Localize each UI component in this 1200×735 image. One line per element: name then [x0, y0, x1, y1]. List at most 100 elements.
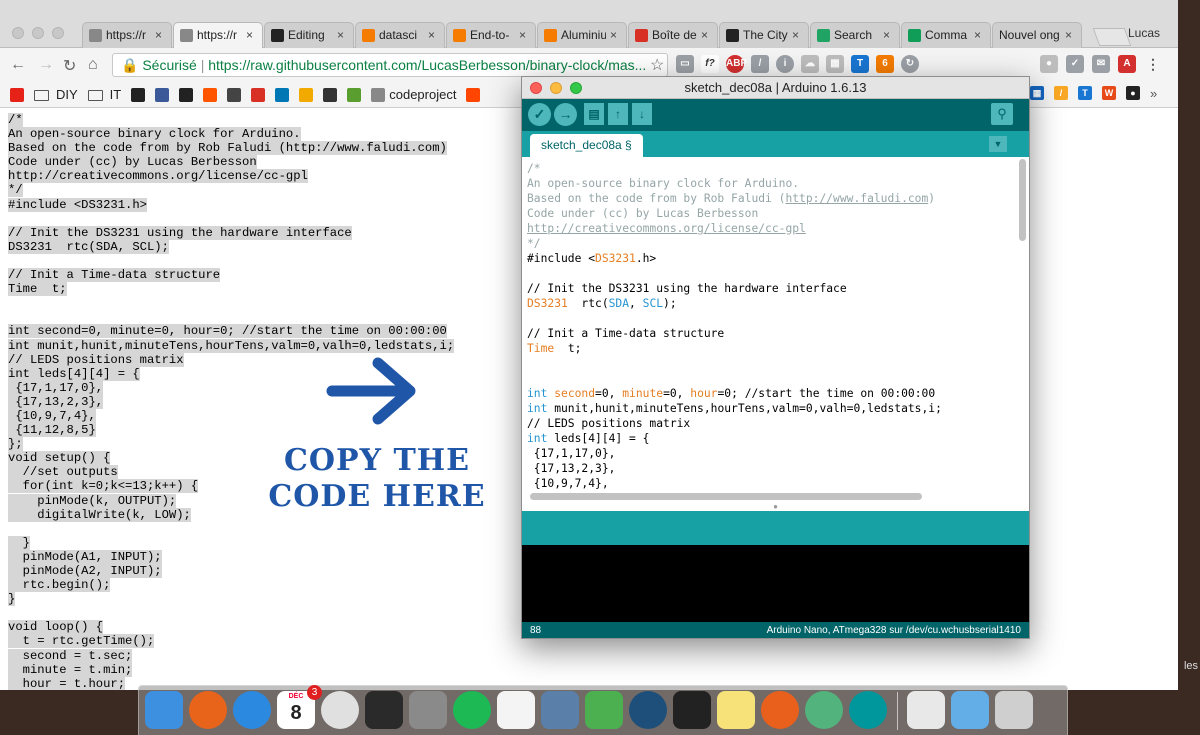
tab-menu-chevron-down-icon[interactable]: ▼ [989, 136, 1007, 152]
bookmark-right-4-icon[interactable]: W [1102, 86, 1116, 100]
pocket-icon[interactable]: ✓ [1066, 55, 1084, 73]
new-tab-button[interactable] [1092, 28, 1132, 46]
png-file-icon[interactable] [907, 691, 945, 729]
menu-icon[interactable]: ⋮ [1144, 55, 1162, 73]
system-preferences-icon[interactable] [409, 691, 447, 729]
tab-4[interactable]: datasci × [355, 22, 445, 48]
bookmark-10[interactable] [275, 87, 290, 103]
back-icon[interactable]: ← [10, 56, 26, 74]
save-down-arrow-icon[interactable]: ↓ [632, 103, 652, 125]
pdf-icon[interactable]: A [1118, 55, 1136, 73]
editor-horizontal-scrollbar[interactable] [530, 493, 922, 500]
close-window-button[interactable] [530, 82, 542, 94]
tab-3[interactable]: Editing × [264, 22, 354, 48]
forward-icon[interactable]: → [38, 56, 54, 74]
info-icon[interactable]: i [776, 55, 794, 73]
reload-icon[interactable]: ↻ [63, 56, 76, 76]
trello-icon[interactable]: T [851, 55, 869, 73]
editor-vertical-scrollbar[interactable] [1019, 159, 1026, 241]
terminal-icon[interactable] [365, 691, 403, 729]
pane-splitter-handle[interactable]: ● [522, 503, 1029, 511]
close-icon[interactable]: × [610, 28, 620, 42]
cloud-icon[interactable]: ☁ [801, 55, 819, 73]
bookmark-1[interactable] [10, 87, 24, 103]
preview-icon[interactable] [541, 691, 579, 729]
zoom-window-button[interactable] [570, 82, 582, 94]
close-icon[interactable]: × [701, 28, 711, 42]
close-icon[interactable]: × [792, 28, 802, 42]
adblock-icon[interactable]: ABP [726, 55, 747, 73]
close-icon[interactable]: × [519, 28, 529, 42]
xcode-cross-icon[interactable] [585, 691, 623, 729]
close-icon[interactable]: × [337, 28, 347, 42]
close-icon[interactable]: × [246, 28, 256, 42]
firefox-icon[interactable] [189, 691, 227, 729]
close-icon[interactable]: × [155, 28, 165, 42]
tab-8[interactable]: The City × [719, 22, 809, 48]
bookmark-13[interactable] [347, 87, 362, 103]
bookmark-9[interactable] [251, 87, 266, 103]
bookmark-4[interactable] [131, 87, 146, 103]
cast-icon[interactable]: ▭ [676, 55, 694, 73]
minimize-window-button[interactable] [550, 82, 562, 94]
spotify-icon[interactable] [453, 691, 491, 729]
eyedropper-icon[interactable]: / [751, 55, 769, 73]
sourcetree-icon[interactable] [629, 691, 667, 729]
close-icon[interactable]: × [883, 28, 893, 42]
tab-1[interactable]: https://r × [82, 22, 172, 48]
gallery-icon[interactable]: ▦ [826, 55, 844, 73]
formula-icon[interactable]: f? [701, 55, 719, 73]
safari-icon[interactable] [233, 691, 271, 729]
tab-11[interactable]: Nouvel ong × [992, 22, 1082, 48]
tab-2[interactable]: https://r × [173, 22, 263, 48]
sketch-pen-icon[interactable] [761, 691, 799, 729]
more-bookmarks-icon[interactable]: » [1150, 86, 1157, 101]
verify-check-icon[interactable]: ✓ [528, 103, 551, 126]
bookmark-star-icon[interactable]: ☆ [650, 55, 664, 75]
close-icon[interactable]: × [974, 28, 984, 42]
arduino-icon[interactable] [849, 691, 887, 729]
minimize-window-button[interactable] [32, 27, 44, 39]
tab-7[interactable]: Boîte de × [628, 22, 718, 48]
bookmark-2[interactable]: DIY [34, 87, 78, 102]
tab-10[interactable]: Comma × [901, 22, 991, 48]
zoom-window-button[interactable] [52, 27, 64, 39]
slack-icon[interactable] [497, 691, 535, 729]
close-icon[interactable]: × [428, 28, 438, 42]
tab-5[interactable]: End-to- × [446, 22, 536, 48]
home-icon[interactable]: ⌂ [88, 56, 98, 74]
sketch-tab[interactable]: sketch_dec08a § [530, 134, 643, 157]
fire-extension-icon[interactable]: 6 [876, 55, 894, 73]
trash-icon[interactable] [995, 691, 1033, 729]
bookmark-15[interactable] [466, 87, 481, 103]
notes-icon[interactable] [717, 691, 755, 729]
bookmark-right-3-icon[interactable]: T [1078, 86, 1092, 100]
new-file-icon[interactable]: ▤ [584, 103, 604, 125]
bookmark-3[interactable]: IT [87, 87, 121, 102]
sync-icon[interactable]: ↻ [901, 55, 919, 73]
bookmark-7[interactable] [203, 87, 218, 103]
atom-icon[interactable] [805, 691, 843, 729]
bookmark-11[interactable] [299, 87, 314, 103]
bookmark-8[interactable] [227, 87, 242, 103]
bookmark-6[interactable] [179, 87, 194, 103]
profile-name[interactable]: Lucas [1128, 26, 1160, 40]
tab-6[interactable]: Aluminiu × [537, 22, 627, 48]
close-window-button[interactable] [12, 27, 24, 39]
bookmark-12[interactable] [323, 87, 338, 103]
github-icon[interactable]: ● [1126, 86, 1140, 100]
serial-monitor-icon[interactable]: ⚲ [991, 103, 1013, 125]
open-up-arrow-icon[interactable]: ↑ [608, 103, 628, 125]
code-editor[interactable]: /* An open-source binary clock for Arduin… [522, 157, 1029, 491]
tab-9[interactable]: Search × [810, 22, 900, 48]
address-bar[interactable]: 🔒 Sécurisé | https://raw.githubuserconte… [112, 53, 668, 77]
bookmark-right-1-icon[interactable]: ▦ [1030, 86, 1044, 100]
close-icon[interactable]: × [1065, 28, 1075, 42]
upload-arrow-icon[interactable]: → [554, 103, 577, 126]
folder-icon[interactable] [951, 691, 989, 729]
chrome-icon[interactable] [321, 691, 359, 729]
bookmark-5[interactable] [155, 87, 170, 103]
mail-icon[interactable]: ✉ [1092, 55, 1110, 73]
pycharm-icon[interactable] [673, 691, 711, 729]
shield-icon[interactable]: ● [1040, 55, 1058, 73]
